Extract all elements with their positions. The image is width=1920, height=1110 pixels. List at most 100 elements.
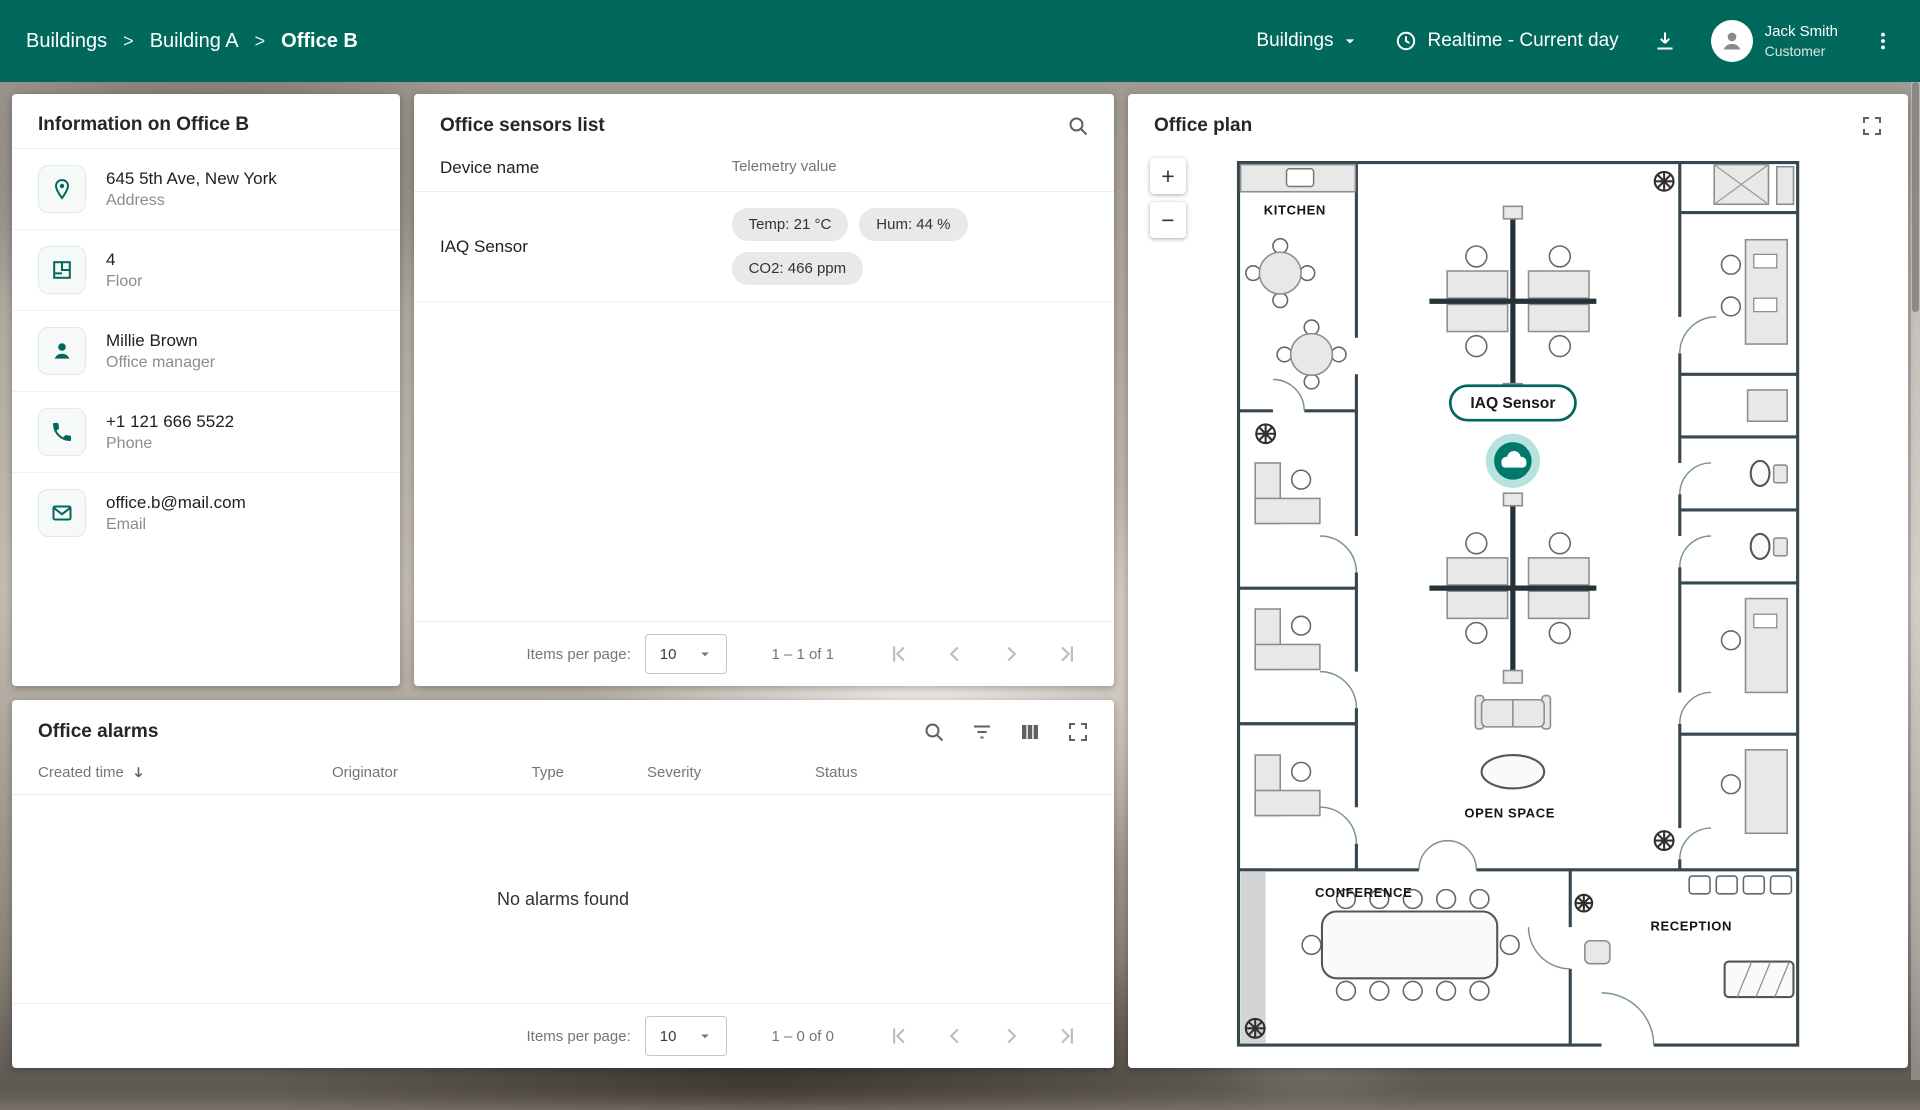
timewindow-label: Realtime - Current day [1428, 30, 1619, 52]
search-icon[interactable] [922, 720, 946, 744]
telemetry-chip-co2: CO2: 466 ppm [732, 252, 864, 285]
person-icon [38, 327, 86, 375]
kitchen-label: KITCHEN [1264, 203, 1326, 218]
first-page-icon[interactable] [886, 1023, 912, 1049]
columns-icon[interactable] [1018, 720, 1042, 744]
alarms-panel: Office alarms Created time Originator Ty… [12, 700, 1114, 1068]
telemetry-chip-hum: Hum: 44 % [859, 208, 967, 241]
items-per-page-label: Items per page: [527, 1028, 631, 1045]
scrollbar-thumb[interactable] [1912, 82, 1919, 312]
page-size-value: 10 [660, 1028, 677, 1045]
address-value: 645 5th Ave, New York [106, 169, 277, 189]
chevron-down-icon [696, 645, 714, 663]
walls [1238, 163, 1797, 1046]
entity-select-label: Buildings [1256, 30, 1333, 52]
kitchen-furniture [1241, 165, 1356, 389]
floor-plan-viewport[interactable]: + − [1128, 150, 1908, 1068]
previous-page-icon[interactable] [942, 1023, 968, 1049]
search-icon[interactable] [1066, 114, 1090, 138]
lounge-furniture [1475, 696, 1550, 789]
col-type[interactable]: Type [532, 764, 648, 781]
alarms-panel-title: Office alarms [38, 721, 158, 743]
breadcrumb-buildings[interactable]: Buildings [26, 30, 107, 53]
page-size-select[interactable]: 10 [645, 1016, 728, 1056]
next-page-icon[interactable] [998, 1023, 1024, 1049]
page-scrollbar[interactable] [1911, 82, 1920, 1080]
page-range-label: 1 – 1 of 1 [771, 646, 834, 663]
cubicle-cluster-bottom [1429, 493, 1596, 683]
phone-label: Phone [106, 435, 234, 453]
filter-icon[interactable] [970, 720, 994, 744]
info-item-manager: Millie Brown Office manager [12, 310, 400, 391]
breadcrumb-office-b: Office B [281, 30, 358, 53]
zoom-in-button[interactable]: + [1150, 158, 1186, 194]
cubicle-cluster-top [1429, 206, 1596, 396]
col-severity[interactable]: Severity [647, 764, 815, 781]
fullscreen-icon[interactable] [1860, 114, 1884, 138]
clock-icon [1394, 29, 1418, 53]
location-icon [38, 165, 86, 213]
avatar [1711, 20, 1753, 62]
iaq-sensor-chip-label: IAQ Sensor [1470, 395, 1555, 412]
entity-select[interactable]: Buildings [1256, 30, 1359, 52]
sensors-table-header: Device name Telemetry value [414, 150, 1114, 192]
open-space-label: OPEN SPACE [1464, 806, 1555, 821]
breadcrumb-separator: > [255, 31, 266, 52]
phone-value: +1 121 666 5522 [106, 412, 234, 432]
top-bar: Buildings > Building A > Office B Buildi… [0, 0, 1920, 82]
download-icon[interactable] [1653, 29, 1677, 53]
page-size-select[interactable]: 10 [645, 634, 728, 674]
last-page-icon[interactable] [1054, 1023, 1080, 1049]
previous-page-icon[interactable] [942, 641, 968, 667]
info-item-floor: 4 Floor [12, 229, 400, 310]
col-originator[interactable]: Originator [332, 764, 532, 781]
next-page-icon[interactable] [998, 641, 1024, 667]
sort-desc-icon [130, 764, 147, 781]
floor-value: 4 [106, 250, 142, 270]
zoom-out-button[interactable]: − [1150, 202, 1186, 238]
page-size-value: 10 [660, 646, 677, 663]
address-label: Address [106, 192, 277, 210]
last-page-icon[interactable] [1054, 641, 1080, 667]
first-page-icon[interactable] [886, 641, 912, 667]
office-plan-panel: Office plan + − [1128, 94, 1908, 1068]
email-value: office.b@mail.com [106, 493, 246, 513]
col-device-name[interactable]: Device name [440, 158, 732, 178]
person-icon [1719, 28, 1745, 54]
col-created-time[interactable]: Created time [38, 764, 332, 781]
sensors-paginator: Items per page: 10 1 – 1 of 1 [414, 621, 1114, 686]
timewindow-button[interactable]: Realtime - Current day [1394, 29, 1619, 53]
reception-furniture [1585, 876, 1794, 997]
chevron-down-icon [1340, 31, 1360, 51]
alarms-table-header: Created time Originator Type Severity St… [12, 756, 1114, 795]
reception-label: RECEPTION [1650, 918, 1732, 933]
breadcrumb: Buildings > Building A > Office B [26, 30, 358, 53]
chevron-down-icon [696, 1027, 714, 1045]
breadcrumb-building-a[interactable]: Building A [150, 30, 239, 53]
manager-label: Office manager [106, 354, 215, 372]
info-item-phone: +1 121 666 5522 Phone [12, 391, 400, 472]
email-icon [38, 489, 86, 537]
user-menu[interactable]: Jack Smith Customer [1711, 20, 1838, 62]
kebab-menu-icon[interactable] [1872, 30, 1894, 52]
floor-icon [38, 246, 86, 294]
floor-plan[interactable]: KITCHEN OPEN SPACE CONFERENCE RECEPTION … [1226, 150, 1810, 1068]
sensors-panel-title: Office sensors list [440, 115, 605, 137]
info-item-email: office.b@mail.com Email [12, 472, 400, 553]
device-name: IAQ Sensor [440, 237, 732, 257]
fullscreen-icon[interactable] [1066, 720, 1090, 744]
col-telemetry-value: Telemetry value [732, 158, 1088, 178]
sensor-row-iaq[interactable]: IAQ Sensor Temp: 21 °C Hum: 44 % CO2: 46… [414, 192, 1114, 302]
no-alarms-message: No alarms found [12, 795, 1114, 1003]
plan-panel-title: Office plan [1154, 115, 1252, 137]
iaq-sensor-marker[interactable]: IAQ Sensor [1450, 386, 1575, 488]
sensors-panel: Office sensors list Device name Telemetr… [414, 94, 1114, 686]
col-status[interactable]: Status [815, 764, 1088, 781]
alarms-paginator: Items per page: 10 1 – 0 of 0 [12, 1003, 1114, 1068]
user-name: Jack Smith [1765, 22, 1838, 42]
floor-label: Floor [106, 273, 142, 291]
manager-value: Millie Brown [106, 331, 215, 351]
info-panel-title: Information on Office B [38, 114, 249, 136]
email-label: Email [106, 516, 246, 534]
phone-icon [38, 408, 86, 456]
